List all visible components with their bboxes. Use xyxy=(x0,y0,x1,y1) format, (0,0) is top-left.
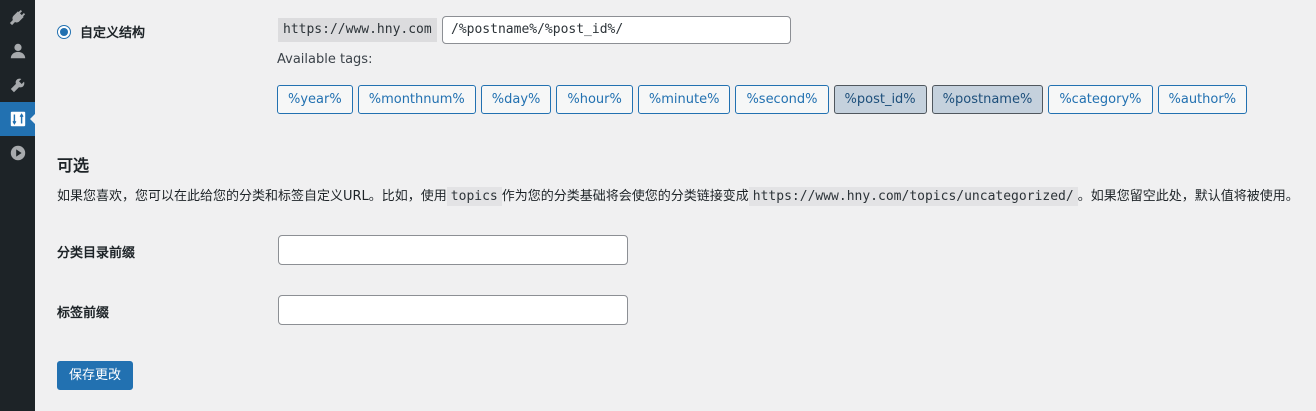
category-base-label: 分类目录前缀 xyxy=(57,246,136,261)
custom-structure-label: 自定义结构 xyxy=(80,26,146,41)
tag-button-post-id[interactable]: %post_id% xyxy=(833,85,927,114)
available-tags-list: %year% %monthnum% %day% %hour% %minute% … xyxy=(277,85,1252,114)
category-base-input[interactable] xyxy=(278,235,628,265)
radio-selected-dot xyxy=(60,27,68,36)
optional-section-title: 可选 xyxy=(57,156,90,175)
tag-button-year[interactable]: %year% xyxy=(277,85,353,114)
save-changes-button[interactable]: 保存更改 xyxy=(57,361,134,390)
tag-button-monthnum[interactable]: %monthnum% xyxy=(357,85,476,114)
tools-icon[interactable] xyxy=(0,68,35,102)
custom-structure-option[interactable]: 自定义结构 xyxy=(57,22,145,41)
available-tags-label: Available tags: xyxy=(277,52,373,67)
url-prefix: https://www.hny.com xyxy=(278,18,437,42)
media-play-icon[interactable] xyxy=(0,136,35,170)
desc-text-3: 。如果您留空此处，默认值将被使用。 xyxy=(1077,189,1299,204)
tag-button-postname[interactable]: %postname% xyxy=(931,85,1044,114)
tag-button-second[interactable]: %second% xyxy=(735,85,829,114)
optional-description: 如果您喜欢，您可以在此给您的分类和标签自定义URL。比如，使用 topics 作为您… xyxy=(57,187,1299,207)
tag-button-minute[interactable]: %minute% xyxy=(637,85,731,114)
tag-button-day[interactable]: %day% xyxy=(480,85,552,114)
settings-icon[interactable] xyxy=(0,102,36,136)
users-icon[interactable] xyxy=(0,34,35,68)
tag-button-author[interactable]: %author% xyxy=(1157,85,1248,114)
tag-base-input[interactable] xyxy=(278,295,628,325)
admin-sidebar xyxy=(0,0,36,411)
plugins-icon[interactable] xyxy=(0,0,35,34)
desc-text-1: 如果您喜欢，您可以在此给您的分类和标签自定义URL。比如，使用 xyxy=(57,189,447,204)
desc-text-2: 作为您的分类基础将会使您的分类链接变成 xyxy=(501,189,749,204)
custom-structure-radio[interactable] xyxy=(57,24,71,39)
tag-button-hour[interactable]: %hour% xyxy=(556,85,633,114)
custom-structure-input[interactable]: /%postname%/%post_id%/ xyxy=(442,16,791,44)
desc-code-url: https://www.hny.com/topics/uncategorized… xyxy=(748,187,1078,206)
tag-button-category[interactable]: %category% xyxy=(1048,85,1153,114)
desc-code-topics: topics xyxy=(446,187,502,206)
tag-base-label: 标签前缀 xyxy=(57,306,110,321)
